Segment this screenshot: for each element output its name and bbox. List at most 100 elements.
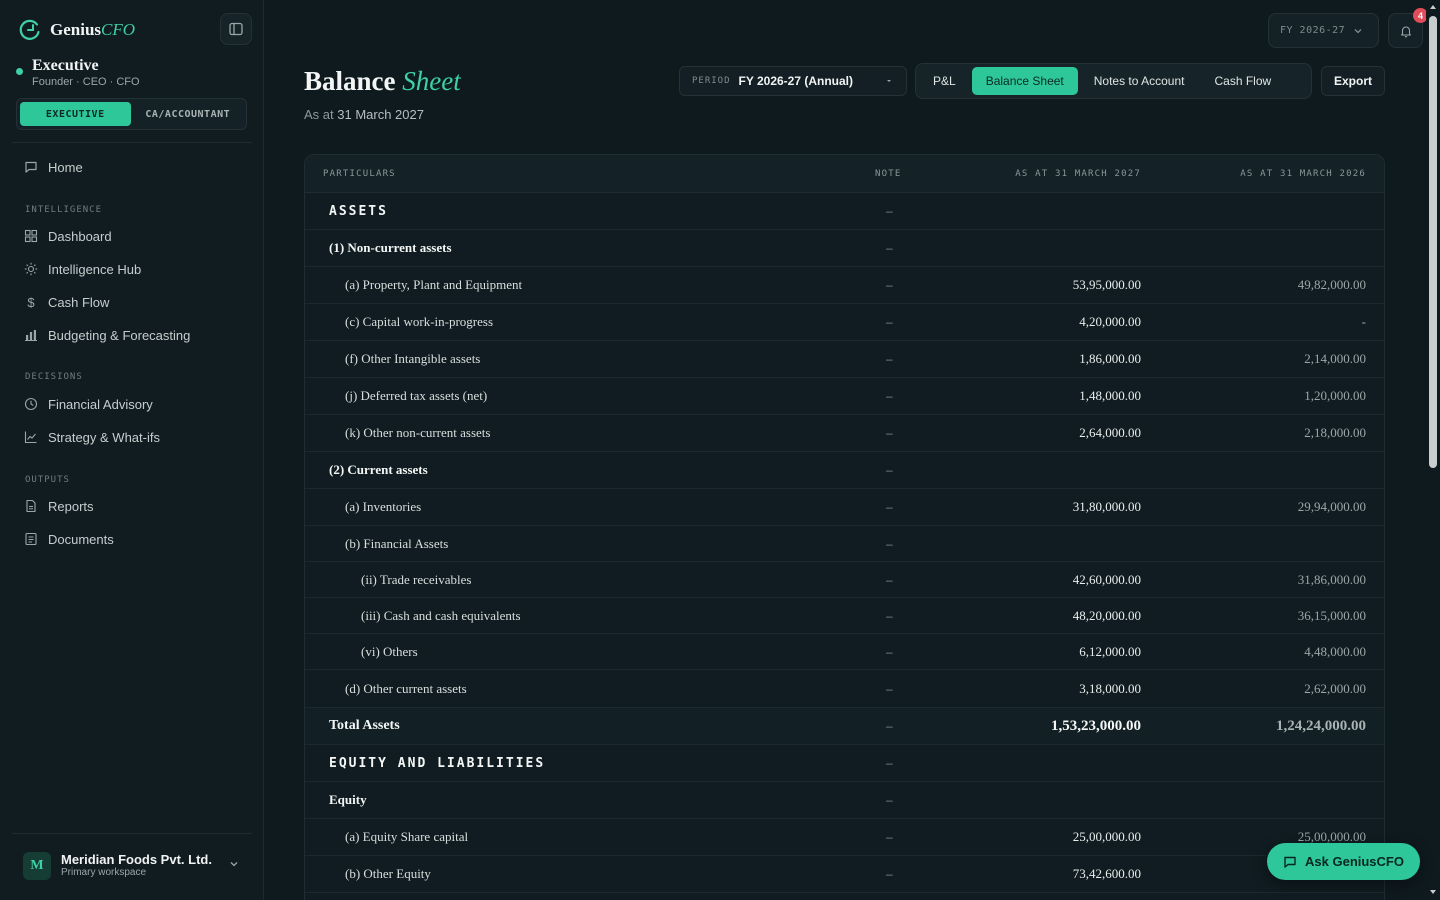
sidebar-item-strategy[interactable]: Strategy & What-ifs: [24, 427, 160, 447]
table-row[interactable]: (iii) Cash and cash equivalents – 48,20,00…: [305, 598, 1384, 634]
period-value: FY 2026-27 (Annual): [738, 74, 853, 88]
table-row[interactable]: EQUITY AND LIABILITIES –: [305, 745, 1384, 782]
cell-particulars: (j) Deferred tax assets (net): [345, 388, 488, 403]
sidebar-item-label: Dashboard: [48, 228, 112, 244]
cell-note: –: [886, 572, 893, 587]
dollar-icon: $: [27, 294, 35, 310]
page-scrollbar[interactable]: [1426, 0, 1440, 900]
cell-particulars: EQUITY AND LIABILITIES: [329, 755, 546, 771]
cell-particulars: Total Assets: [329, 718, 400, 733]
column-header-note: NOTE: [875, 169, 902, 179]
cell-note: –: [886, 867, 893, 881]
table-row[interactable]: (1) Non-current assets –: [305, 230, 1384, 267]
table-row[interactable]: (a) Inventories – 31,80,000.00 29,94,000.00: [305, 489, 1384, 526]
sidebar-item-financial-advisory[interactable]: Financial Advisory: [24, 394, 153, 414]
cell-previous-year: 1,24,24,000.00: [1276, 717, 1366, 734]
cell-current-year: 4,20,000.00: [1079, 314, 1141, 329]
cell-particulars: (a) Inventories: [345, 499, 422, 514]
cell-current-year: 73,42,600.00: [1072, 866, 1141, 881]
cell-particulars: ASSETS: [329, 203, 388, 219]
cell-current-year: 2,64,000.00: [1079, 425, 1141, 440]
cell-previous-year: 31,86,000.00: [1297, 571, 1366, 587]
caret-down-icon: [887, 80, 891, 82]
cell-particulars: (vi) Others: [361, 643, 418, 659]
sidebar: GeniusCFO Executive Founder · CEO · CFO …: [0, 0, 264, 900]
sidebar-item-cash-flow[interactable]: $ Cash Flow: [24, 292, 109, 312]
table-row[interactable]: (ii) Trade receivables – 42,60,000.00 31,86…: [305, 562, 1384, 598]
cell-current-year: 1,48,000.00: [1079, 388, 1141, 403]
mode-executive-button[interactable]: EXECUTIVE: [20, 102, 131, 126]
tab-notes-to-account[interactable]: Notes to Account: [1080, 67, 1199, 95]
sidebar-item-label: Cash Flow: [48, 294, 110, 310]
table-row[interactable]: (d) Other current assets – 3,18,000.00 2,62…: [305, 670, 1384, 708]
table-row[interactable]: (a) Property, Plant and Equipment – 53,95,…: [305, 267, 1384, 304]
cell-particulars: (b) Financial Assets: [345, 535, 449, 551]
table-row[interactable]: (j) Deferred tax assets (net) – 1,48,000.0…: [305, 378, 1384, 415]
logo-icon: [19, 19, 40, 40]
scrollbar-thumb[interactable]: [1429, 16, 1437, 468]
sidebar-item-label: Home: [48, 159, 83, 175]
ask-assistant-button[interactable]: Ask GeniusCFO: [1267, 843, 1420, 880]
table-row[interactable]: (f) Other Intangible assets – 1,86,000.00 2…: [305, 341, 1384, 378]
brand[interactable]: GeniusCFO: [18, 18, 135, 42]
column-header-previous: AS AT 31 MARCH 2026: [1240, 169, 1366, 179]
table-row[interactable]: (k) Other non-current assets – 2,64,000.00…: [305, 415, 1384, 452]
workspace-switcher[interactable]: M Meridian Foods Pvt. Ltd. Primary works…: [0, 834, 264, 900]
table-row[interactable]: (b) Other Equity – 73,42,600.00: [305, 856, 1384, 893]
cell-note: –: [886, 426, 893, 440]
cell-current-year: 31,80,000.00: [1072, 499, 1141, 514]
table-row[interactable]: ASSETS –: [305, 193, 1384, 230]
sidebar-collapse-button[interactable]: [220, 13, 252, 45]
tab-cash-flow[interactable]: Cash Flow: [1200, 67, 1285, 95]
table-row[interactable]: (vi) Others – 6,12,000.00 4,48,000.00: [305, 634, 1384, 670]
period-label: PERIOD: [692, 76, 731, 86]
cell-particulars: (ii) Trade receivables: [361, 571, 472, 587]
sidebar-item-dashboard[interactable]: Dashboard: [24, 226, 112, 246]
cell-particulars: (d) Other current assets: [345, 680, 467, 696]
table-row[interactable]: (b) Financial Assets –: [305, 526, 1384, 562]
chat-bubble-icon: [1284, 856, 1296, 868]
export-button[interactable]: Export: [1321, 66, 1385, 96]
cell-note: –: [886, 608, 893, 623]
bell-icon: [1400, 25, 1411, 37]
table-row[interactable]: Equity –: [305, 782, 1384, 819]
table-total-row[interactable]: Total Assets – 1,53,23,000.00 1,24,24,000.0…: [305, 708, 1384, 745]
sidebar-item-documents[interactable]: Documents: [24, 529, 114, 549]
cell-current-year: 1,53,23,000.00: [1051, 717, 1141, 734]
nav-section-decisions: DECISIONS: [25, 372, 83, 382]
cell-particulars: (a) Equity Share capital: [345, 829, 469, 844]
tab-balance-sheet[interactable]: Balance Sheet: [971, 67, 1078, 95]
online-status-dot: [16, 68, 23, 75]
cell-particulars: (iii) Cash and cash equivalents: [361, 607, 521, 623]
sidebar-item-label: Intelligence Hub: [48, 261, 142, 277]
sidebar-item-label: Financial Advisory: [48, 396, 153, 412]
sidebar-item-intelligence-hub[interactable]: Intelligence Hub: [24, 259, 141, 279]
fiscal-year-selector[interactable]: FY 2026-27: [1268, 13, 1379, 48]
mode-accountant-button[interactable]: CA/ACCOUNTANT: [133, 102, 244, 126]
sidebar-item-label: Documents: [48, 531, 114, 547]
chat-icon: [24, 160, 38, 174]
nav-section-outputs: OUTPUTS: [25, 475, 70, 485]
cell-particulars: (c) Capital work-in-progress: [345, 314, 494, 329]
sidebar-item-home[interactable]: Home: [24, 157, 83, 177]
scroll-down-icon[interactable]: [1429, 888, 1437, 896]
period-select[interactable]: PERIOD FY 2026-27 (Annual): [679, 66, 907, 96]
cell-particulars: (f) Other Intangible assets: [345, 351, 481, 366]
table-row[interactable]: (a) Equity Share capital –25,00,000.00 25,…: [305, 819, 1384, 856]
cell-note: –: [886, 536, 893, 551]
sidebar-item-budgeting[interactable]: Budgeting & Forecasting: [24, 325, 190, 345]
table-row[interactable]: (2) Current assets –: [305, 452, 1384, 489]
cell-particulars: (b) Other Equity: [345, 866, 431, 881]
cell-particulars: (1) Non-current assets: [329, 240, 452, 255]
sun-icon: [24, 262, 38, 276]
cell-note: –: [886, 719, 893, 733]
cell-current-year: 1,86,000.00: [1079, 351, 1141, 366]
cell-note: –: [886, 463, 893, 477]
role-title: Executive: [32, 57, 99, 74]
table-row[interactable]: (c) Capital work-in-progress – 4,20,000.00…: [305, 304, 1384, 341]
chevron-down-icon: [230, 862, 238, 867]
tab-pl[interactable]: P&L: [919, 67, 970, 95]
sidebar-item-reports[interactable]: Reports: [24, 496, 94, 516]
cell-note: –: [886, 830, 893, 844]
scroll-up-icon[interactable]: [1429, 3, 1437, 11]
